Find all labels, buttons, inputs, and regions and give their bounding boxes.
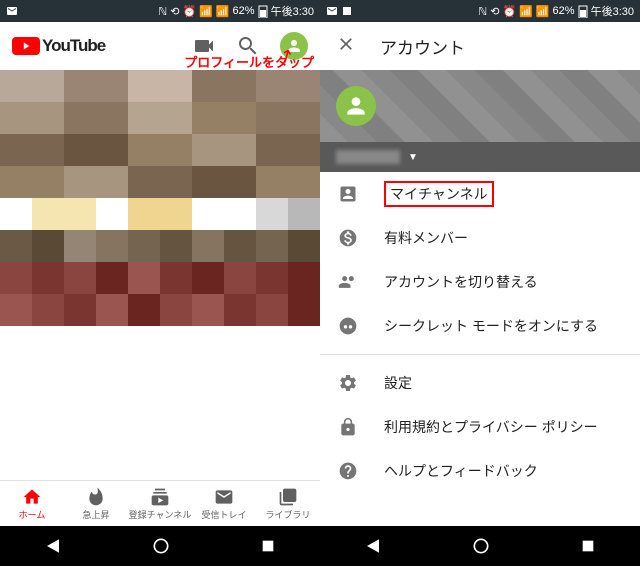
right-screen: ℕ⟲⏰📶📶 62% 午後3:30 アカウント ▼ マイチャンネル 有料メンバー … bbox=[320, 0, 640, 566]
menu-terms[interactable]: 利用規約とプライバシー ポリシー bbox=[320, 405, 640, 449]
battery-text: 62% bbox=[233, 5, 255, 17]
nav-trending[interactable]: 急上昇 bbox=[64, 481, 128, 526]
menu-help[interactable]: ヘルプとフィードバック bbox=[320, 449, 640, 493]
account-title: アカウント bbox=[380, 34, 465, 59]
nav-library[interactable]: ライブラリ bbox=[256, 481, 320, 526]
recent-button[interactable] bbox=[580, 538, 596, 554]
home-button[interactable] bbox=[151, 536, 171, 556]
menu-switch[interactable]: アカウントを切り替える bbox=[320, 260, 640, 304]
status-bar: ℕ⟲⏰📶📶 62% 午後3:30 bbox=[320, 0, 640, 22]
recent-button[interactable] bbox=[260, 538, 276, 554]
back-button[interactable] bbox=[44, 537, 62, 555]
status-bar: ℕ⟲⏰📶📶 62% 午後3:30 bbox=[0, 0, 320, 22]
home-button[interactable] bbox=[471, 536, 491, 556]
account-header: アカウント bbox=[320, 22, 640, 70]
menu-paid[interactable]: 有料メンバー bbox=[320, 216, 640, 260]
close-icon[interactable] bbox=[336, 34, 356, 59]
account-banner bbox=[320, 70, 640, 142]
menu-incognito[interactable]: シークレット モードをオンにする bbox=[320, 304, 640, 348]
youtube-logo[interactable]: YouTube bbox=[12, 36, 105, 56]
account-name-blurred bbox=[336, 150, 400, 164]
nav-home[interactable]: ホーム bbox=[0, 481, 64, 526]
android-nav bbox=[0, 526, 320, 566]
time-text: 午後3:30 bbox=[271, 3, 314, 19]
left-screen: ℕ⟲⏰📶📶 62% 午後3:30 YouTube ↗ プロフィールをタップ ホー… bbox=[0, 0, 320, 566]
bottom-nav: ホーム 急上昇 登録チャンネル 受信トレイ ライブラリ bbox=[0, 480, 320, 526]
menu-my-channel[interactable]: マイチャンネル bbox=[320, 172, 640, 216]
feed-content[interactable] bbox=[0, 70, 320, 480]
back-button[interactable] bbox=[364, 537, 382, 555]
chevron-down-icon: ▼ bbox=[408, 152, 418, 163]
menu-settings[interactable]: 設定 bbox=[320, 361, 640, 405]
nav-subs[interactable]: 登録チャンネル bbox=[128, 481, 192, 526]
account-menu: マイチャンネル 有料メンバー アカウントを切り替える シークレット モードをオン… bbox=[320, 172, 640, 493]
nav-inbox[interactable]: 受信トレイ bbox=[192, 481, 256, 526]
android-nav bbox=[320, 526, 640, 566]
account-avatar[interactable] bbox=[336, 86, 376, 126]
annotation-text: プロフィールをタップ bbox=[184, 52, 314, 71]
account-name-bar[interactable]: ▼ bbox=[320, 142, 640, 172]
